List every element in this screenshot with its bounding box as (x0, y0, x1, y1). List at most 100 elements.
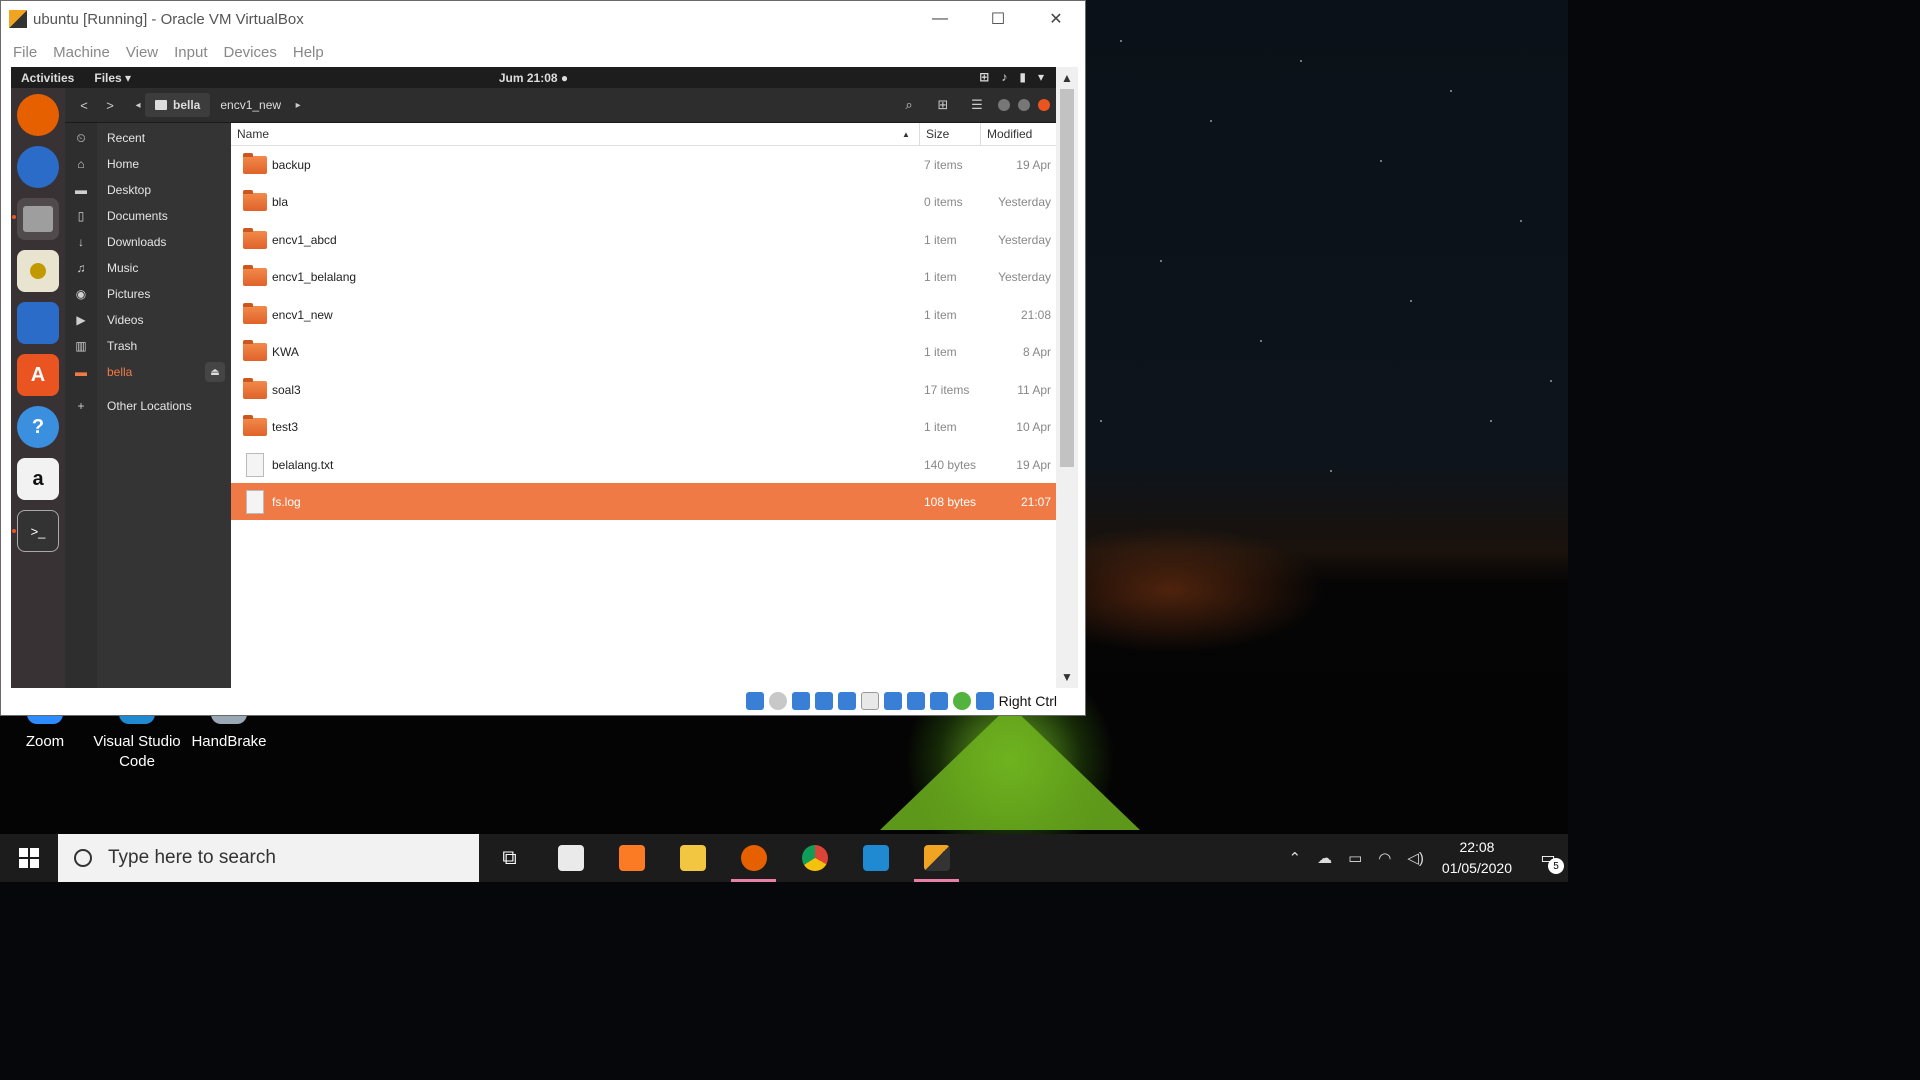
document-icon: ▯ (77, 209, 85, 223)
action-center-button[interactable]: ▭ 5 (1528, 834, 1568, 882)
file-row[interactable]: test3 1 item 10 Apr (231, 408, 1056, 445)
system-menu[interactable]: ⊞ ♪ ▮ ▾ (979, 70, 1044, 84)
windows-taskbar: Type here to search ⧉ ⌃ ☁ ▭ ◠ ◁) 22:08 0… (0, 834, 1568, 882)
vt-x-icon[interactable] (929, 692, 948, 710)
guest-screen[interactable]: Activities Files ▾ Jum 21:08 ● ⊞ ♪ ▮ ▾ A… (11, 67, 1056, 688)
sidebar-item-desktop[interactable]: ▬ Desktop (65, 177, 231, 203)
column-modified[interactable]: Modified (980, 122, 1056, 146)
file-row-selected[interactable]: fs.log 108 bytes 21:07 (231, 483, 1056, 520)
taskbar-vscode[interactable] (845, 834, 906, 882)
network-icon[interactable] (814, 692, 833, 710)
thunderbird-icon[interactable] (17, 146, 59, 188)
sidebar-item-home[interactable]: ⌂ Home (65, 151, 231, 177)
battery-icon[interactable]: ▭ (1348, 849, 1362, 867)
rhythmbox-icon[interactable] (17, 250, 59, 292)
scrollbar-thumb[interactable] (1060, 89, 1074, 467)
menu-help[interactable]: Help (285, 44, 332, 61)
drive-icon (155, 100, 167, 110)
menu-icon[interactable]: ☰ (964, 93, 990, 117)
eject-icon[interactable]: ⏏ (205, 362, 225, 382)
disk-icon[interactable] (768, 692, 787, 710)
sidebar-item-recent[interactable]: ⏲ Recent (65, 125, 231, 151)
taskbar-file-explorer[interactable] (662, 834, 723, 882)
chevron-up-icon[interactable]: ⌃ (1289, 849, 1302, 867)
libreoffice-writer-icon[interactable] (17, 302, 59, 344)
volume-icon[interactable]: ◁) (1407, 849, 1424, 867)
topbar-clock[interactable]: Jum 21:08 ● (11, 71, 1056, 85)
path-crumb-encv1-new[interactable]: encv1_new (210, 93, 291, 117)
search-icon[interactable]: ⌕ (896, 93, 922, 117)
file-row[interactable]: encv1_abcd 1 item Yesterday (231, 221, 1056, 258)
task-view-button[interactable]: ⧉ (479, 834, 540, 882)
file-row[interactable]: encv1_new 1 item 21:08 (231, 296, 1056, 333)
view-grid-icon[interactable]: ⊞ (930, 93, 956, 117)
chevron-up-icon[interactable]: ▲ (1056, 71, 1078, 85)
activities-button[interactable]: Activities (11, 71, 84, 85)
menu-input[interactable]: Input (166, 44, 215, 61)
menu-file[interactable]: File (5, 44, 45, 61)
file-row[interactable]: belalang.txt 140 bytes 19 Apr (231, 446, 1056, 483)
sidebar-item-pictures[interactable]: ◉ Pictures (65, 281, 231, 307)
column-name[interactable]: Name (237, 127, 269, 141)
sidebar-item-bella[interactable]: ▬ bella ⏏ (65, 359, 231, 385)
desktop-icon-vscode[interactable]: Visual Studio Code (92, 712, 182, 772)
vertical-scrollbar[interactable]: ▲ ▼ (1056, 67, 1078, 688)
taskbar-store[interactable] (540, 834, 601, 882)
back-button[interactable]: < (71, 93, 97, 117)
usb-icon[interactable] (837, 692, 856, 710)
files-icon[interactable] (17, 198, 59, 240)
guest-additions-icon[interactable] (952, 692, 971, 710)
taskbar-chrome[interactable] (784, 834, 845, 882)
sidebar-item-downloads[interactable]: ↓ Downloads (65, 229, 231, 255)
terminal-icon[interactable]: >_ (17, 510, 59, 552)
amazon-icon[interactable]: a (17, 458, 59, 500)
mouse-integration-icon[interactable] (975, 692, 994, 710)
taskbar-firefox[interactable] (723, 834, 784, 882)
start-button[interactable] (0, 834, 58, 882)
help-icon[interactable]: ? (17, 406, 59, 448)
column-size[interactable]: Size (919, 122, 949, 146)
sidebar-item-music[interactable]: ♫ Music (65, 255, 231, 281)
close-button[interactable]: ✕ (1027, 1, 1085, 37)
text-file-icon (246, 452, 264, 477)
forward-button[interactable]: > (97, 93, 123, 117)
sidebar-item-other-locations[interactable]: + Other Locations (65, 393, 231, 419)
file-row[interactable]: soal3 17 items 11 Apr (231, 371, 1056, 408)
minimize-window-icon[interactable] (998, 99, 1010, 111)
desktop-icon-zoom[interactable]: Zoom (0, 712, 90, 752)
chevron-down-icon[interactable]: ▼ (1056, 670, 1078, 684)
menu-devices[interactable]: Devices (216, 44, 285, 61)
maximize-window-icon[interactable] (1018, 99, 1030, 111)
onedrive-icon[interactable]: ☁ (1317, 849, 1332, 867)
taskbar-search[interactable]: Type here to search (58, 834, 479, 882)
audio-icon[interactable] (791, 692, 810, 710)
wifi-icon[interactable]: ◠ (1378, 849, 1391, 867)
file-row[interactable]: KWA 1 item 8 Apr (231, 333, 1056, 370)
path-scroll-right[interactable]: ▸ (291, 93, 305, 117)
firefox-icon[interactable] (17, 94, 59, 136)
file-row[interactable]: backup 7 items 19 Apr (231, 146, 1056, 183)
minimize-button[interactable]: — (911, 1, 969, 37)
path-scroll-left[interactable]: ◂ (131, 93, 145, 117)
taskbar-xampp[interactable] (601, 834, 662, 882)
sidebar-item-documents[interactable]: ▯ Documents (65, 203, 231, 229)
display-icon[interactable] (883, 692, 902, 710)
file-row[interactable]: bla 0 items Yesterday (231, 183, 1056, 220)
shared-folder-icon[interactable] (860, 692, 879, 710)
desktop-icon-handbrake[interactable]: HandBrake (184, 712, 274, 752)
menu-view[interactable]: View (118, 44, 166, 61)
menu-machine[interactable]: Machine (45, 44, 118, 61)
optical-drive-icon[interactable] (745, 692, 764, 710)
sidebar-item-trash[interactable]: ▥ Trash (65, 333, 231, 359)
camera-icon: ◉ (75, 287, 87, 301)
sidebar-item-videos[interactable]: ▶ Videos (65, 307, 231, 333)
file-row[interactable]: encv1_belalang 1 item Yesterday (231, 258, 1056, 295)
maximize-button[interactable]: ☐ (969, 1, 1027, 37)
path-crumb-bella[interactable]: bella (145, 93, 211, 117)
app-menu[interactable]: Files ▾ (84, 71, 131, 85)
taskbar-clock[interactable]: 22:08 01/05/2020 (1442, 837, 1512, 879)
ubuntu-software-icon[interactable]: A (17, 354, 59, 396)
close-window-icon[interactable] (1038, 99, 1050, 111)
video-capture-icon[interactable] (906, 692, 925, 710)
taskbar-virtualbox[interactable] (906, 834, 967, 882)
